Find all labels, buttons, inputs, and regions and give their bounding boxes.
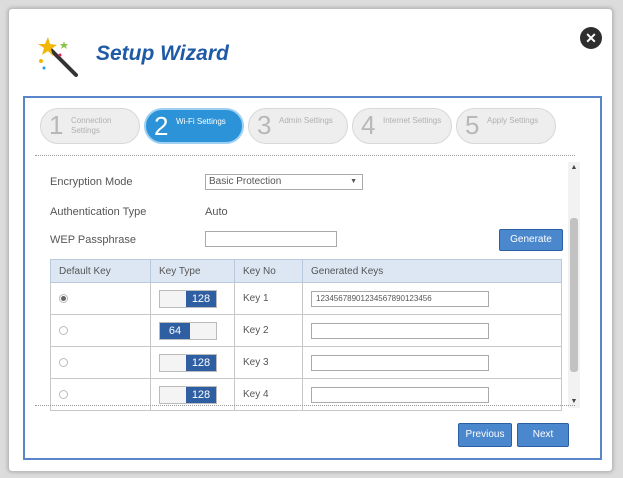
generated-key-cell: 12345678901234567890123456 (302, 282, 562, 315)
key-type-cell: 128 (150, 346, 235, 379)
table-row: 64 Key 2 (50, 314, 562, 347)
wizard-panel: 1 Connection Settings 2 Wi-Fi Settings 3… (23, 96, 602, 460)
divider (35, 155, 575, 156)
column-header: Generated Keys (302, 259, 562, 283)
table-row: 128 Key 3 (50, 346, 562, 379)
authentication-type-value: Auto (205, 206, 228, 218)
dropdown-arrow-icon: ▼ (350, 178, 357, 185)
key-type-toggle[interactable]: 64 (159, 321, 217, 340)
setup-wizard-dialog: Setup Wizard ✕ 1 Connection Settings 2 W… (8, 8, 613, 472)
scrollbar-thumb[interactable] (570, 218, 578, 372)
next-button[interactable]: Next (517, 423, 569, 447)
encryption-mode-value: Basic Protection (209, 176, 282, 187)
key-type-value: 64 (160, 322, 190, 339)
default-key-cell (50, 314, 151, 347)
step-label: Apply Settings (487, 116, 539, 125)
column-header: Default Key (50, 259, 151, 283)
step-label: Wi-Fi Settings (176, 117, 226, 126)
step-number: 5 (465, 110, 480, 140)
step-number: 4 (361, 110, 376, 140)
generated-key-input[interactable] (311, 386, 489, 403)
generated-key-input[interactable] (311, 354, 489, 371)
default-key-cell (50, 346, 151, 379)
default-key-radio[interactable] (59, 293, 68, 303)
default-key-radio[interactable] (59, 325, 68, 335)
page-title: Setup Wizard (96, 42, 229, 65)
column-header: Key Type (150, 259, 235, 283)
key-type-value: 128 (186, 290, 216, 307)
authentication-type-label: Authentication Type (50, 206, 147, 218)
generated-key-cell (302, 346, 562, 379)
wep-keys-table: Default Key Key Type Key No Generated Ke… (50, 259, 562, 411)
generated-key-cell (302, 314, 562, 347)
step-label: Internet Settings (383, 116, 442, 125)
divider (35, 405, 575, 406)
key-type-cell: 128 (150, 282, 235, 315)
step-number: 2 (154, 111, 169, 141)
step-apply-settings[interactable]: 5 Apply Settings (456, 108, 556, 144)
scroll-up-icon[interactable]: ▲ (568, 162, 580, 174)
wep-passphrase-label: WEP Passphrase (50, 234, 137, 246)
table-header-row: Default Key Key Type Key No Generated Ke… (50, 259, 562, 283)
generated-key-input[interactable]: 12345678901234567890123456 (311, 290, 489, 307)
key-type-value: 128 (186, 386, 216, 403)
key-type-toggle[interactable]: 128 (159, 353, 217, 372)
previous-button[interactable]: Previous (458, 423, 512, 447)
column-header: Key No (234, 259, 303, 283)
key-type-value: 128 (186, 354, 216, 371)
close-button[interactable]: ✕ (580, 27, 602, 49)
key-type-toggle[interactable]: 128 (159, 289, 217, 308)
key-type-toggle[interactable]: 128 (159, 385, 217, 404)
generated-key-input[interactable] (311, 322, 489, 339)
step-number: 3 (257, 110, 272, 140)
step-wifi-settings[interactable]: 2 Wi-Fi Settings (144, 108, 244, 144)
key-no-cell: Key 1 (234, 282, 303, 315)
key-no-cell: Key 2 (234, 314, 303, 347)
key-type-cell: 64 (150, 314, 235, 347)
generate-button[interactable]: Generate (499, 229, 563, 251)
magic-wand-icon (38, 37, 78, 77)
step-internet-settings[interactable]: 4 Internet Settings (352, 108, 452, 144)
step-connection-settings[interactable]: 1 Connection Settings (40, 108, 140, 144)
table-row: 128 Key 1 12345678901234567890123456 (50, 282, 562, 315)
step-number: 1 (49, 110, 64, 140)
default-key-radio[interactable] (59, 357, 68, 367)
default-key-radio[interactable] (59, 389, 68, 399)
scroll-down-icon[interactable]: ▼ (568, 396, 580, 408)
step-admin-settings[interactable]: 3 Admin Settings (248, 108, 348, 144)
close-icon: ✕ (585, 30, 597, 46)
key-no-cell: Key 3 (234, 346, 303, 379)
encryption-mode-select[interactable]: Basic Protection ▼ (205, 174, 363, 190)
vertical-scrollbar[interactable]: ▲ ▼ (568, 162, 580, 408)
default-key-cell (50, 282, 151, 315)
step-label: Admin Settings (279, 116, 333, 125)
wep-passphrase-input[interactable] (205, 231, 337, 247)
encryption-mode-label: Encryption Mode (50, 176, 133, 188)
step-label: Connection Settings (71, 116, 112, 135)
step-indicator: 1 Connection Settings 2 Wi-Fi Settings 3… (40, 108, 560, 148)
